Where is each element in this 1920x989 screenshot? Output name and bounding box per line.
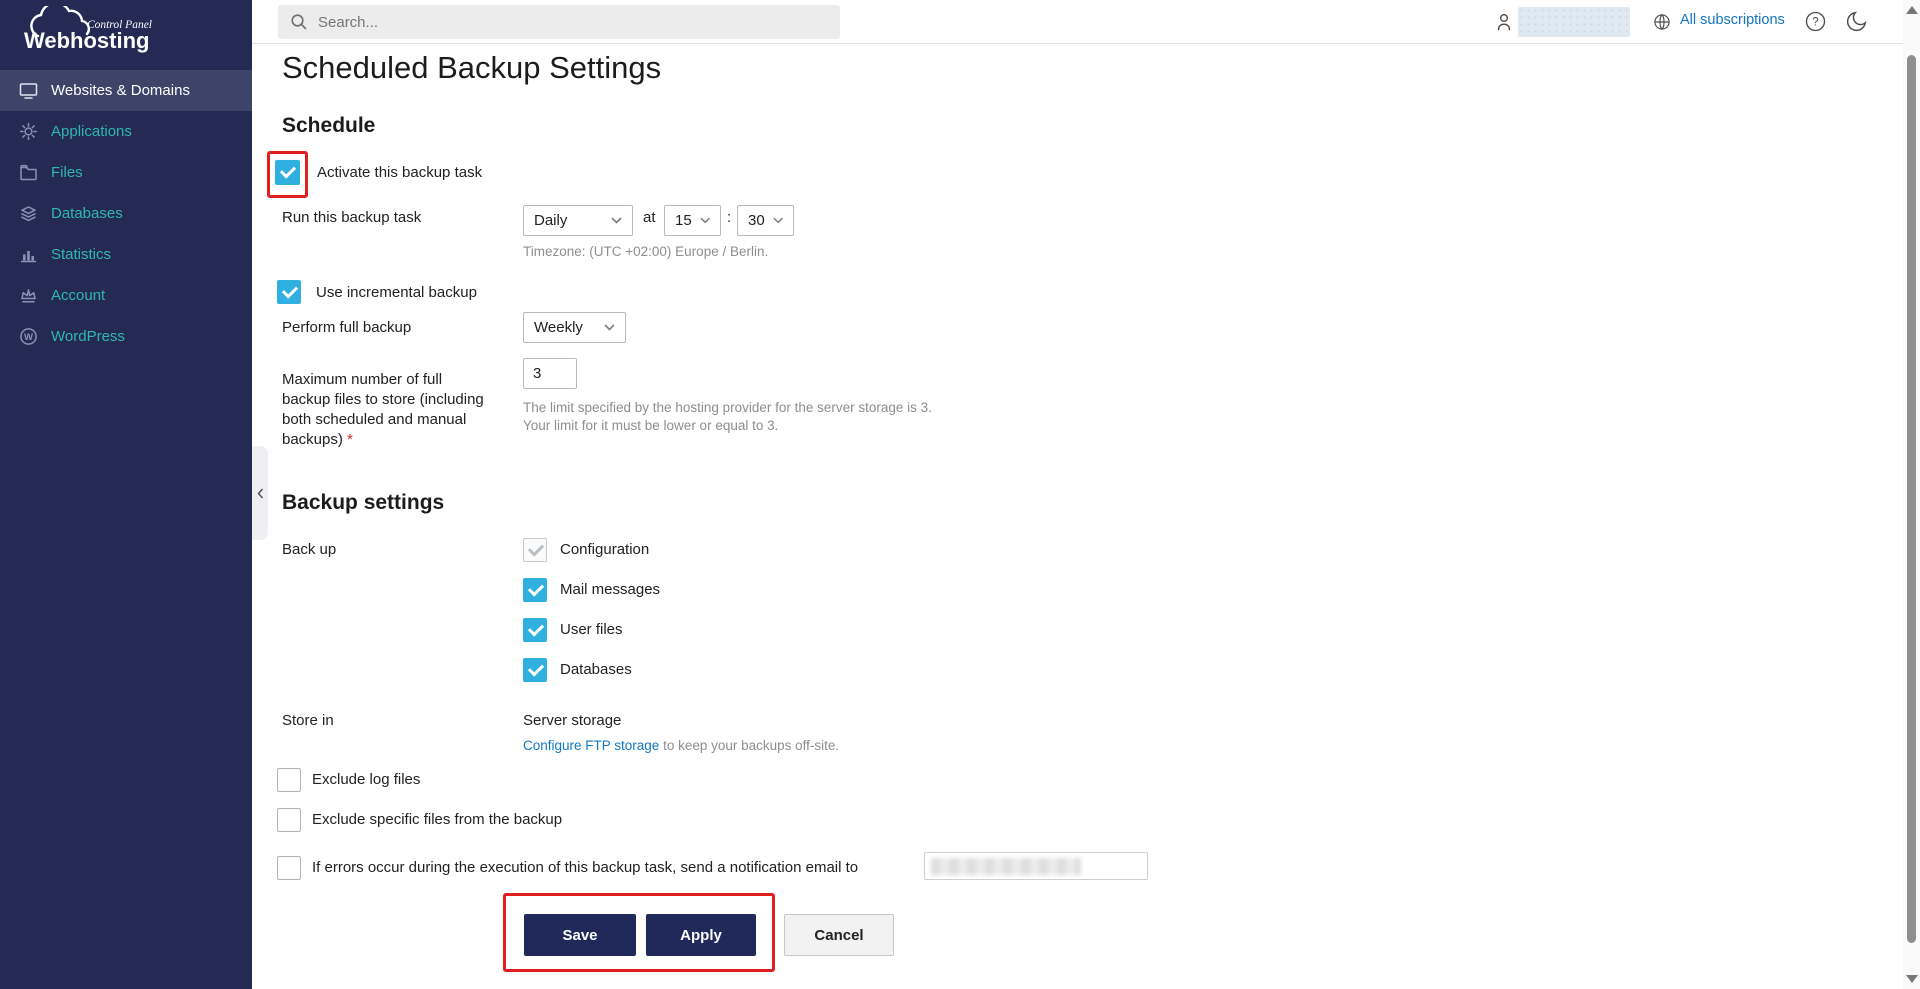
configuration-checkbox <box>523 538 547 562</box>
sidebar-item-files[interactable]: Files <box>0 152 252 193</box>
help-icon[interactable]: ? <box>1804 10 1827 38</box>
store-in-label: Store in <box>282 712 334 729</box>
sidebar-item-statistics[interactable]: Statistics <box>0 234 252 275</box>
backup-settings-heading: Backup settings <box>282 491 444 515</box>
search-box[interactable] <box>278 5 840 39</box>
all-subscriptions-link[interactable]: All subscriptions <box>1680 12 1785 28</box>
full-backup-label: Perform full backup <box>282 319 411 336</box>
logo-line2: Webhosting <box>24 28 149 53</box>
incremental-backup-checkbox[interactable] <box>277 280 301 304</box>
minute-select[interactable]: 30 <box>737 205 794 236</box>
frequency-select[interactable]: Daily <box>523 205 633 236</box>
sidebar-item-websites-domains[interactable]: Websites & Domains <box>0 70 252 111</box>
page-title: Scheduled Backup Settings <box>282 50 661 86</box>
scrollbar-down-arrow[interactable] <box>1906 975 1918 983</box>
exclude-log-checkbox[interactable] <box>277 768 301 792</box>
globe-icon <box>1652 12 1672 37</box>
minute-value: 30 <box>748 212 765 229</box>
activate-backup-label: Activate this backup task <box>317 164 482 181</box>
max-files-note1: The limit specified by the hosting provi… <box>523 400 932 415</box>
schedule-heading: Schedule <box>282 114 375 138</box>
chevron-down-icon <box>700 217 710 224</box>
databases-checkbox[interactable] <box>523 658 547 682</box>
sidebar-item-wordpress[interactable]: W WordPress <box>0 316 252 357</box>
sidebar-item-label: Files <box>51 164 83 181</box>
ftp-note: to keep your backups off-site. <box>659 738 839 753</box>
folder-icon <box>19 163 38 182</box>
wordpress-icon: W <box>19 327 38 346</box>
full-backup-value: Weekly <box>534 319 583 336</box>
configuration-label: Configuration <box>560 541 649 558</box>
ftp-storage-line: Configure FTP storage to keep your backu… <box>523 738 839 753</box>
notify-on-error-label: If errors occur during the execution of … <box>312 859 858 876</box>
sidebar-item-label: Applications <box>51 123 132 140</box>
full-backup-select[interactable]: Weekly <box>523 312 626 343</box>
exclude-specific-files-label: Exclude specific files from the backup <box>312 811 562 828</box>
sidebar-item-label: Databases <box>51 205 123 222</box>
sidebar-nav: Websites & Domains Applications Files Da… <box>0 70 252 357</box>
store-in-value: Server storage <box>523 712 621 729</box>
bar-chart-icon <box>19 245 38 264</box>
sidebar-item-account[interactable]: Account <box>0 275 252 316</box>
email-redacted <box>931 858 1081 875</box>
exclude-log-label: Exclude log files <box>312 771 420 788</box>
chevron-down-icon <box>773 217 783 224</box>
hour-value: 15 <box>675 212 692 229</box>
sidebar-item-label: Websites & Domains <box>51 82 190 99</box>
layers-icon <box>19 204 38 223</box>
chevron-left-icon <box>257 488 264 499</box>
webhosting-logo: Control Panel Webhosting <box>16 6 206 64</box>
user-files-label: User files <box>560 621 623 638</box>
at-label: at <box>643 209 656 226</box>
required-asterisk: * <box>347 431 353 448</box>
scrollbar-thumb[interactable] <box>1907 55 1916 943</box>
crown-icon <box>19 286 38 305</box>
user-files-checkbox[interactable] <box>523 618 547 642</box>
sidebar: Control Panel Webhosting Websites & Doma… <box>0 0 252 989</box>
configure-ftp-link[interactable]: Configure FTP storage <box>523 738 659 753</box>
vertical-scrollbar <box>1903 0 1920 989</box>
notify-on-error-checkbox[interactable] <box>277 856 301 880</box>
max-files-input[interactable] <box>523 358 577 389</box>
notification-email-input[interactable] <box>924 852 1148 880</box>
sidebar-collapse-handle[interactable] <box>252 446 268 540</box>
username-redacted[interactable] <box>1518 7 1630 37</box>
svg-text:?: ? <box>1812 17 1818 29</box>
mail-messages-label: Mail messages <box>560 581 660 598</box>
search-icon <box>290 13 308 31</box>
hour-select[interactable]: 15 <box>664 205 721 236</box>
timezone-note: Timezone: (UTC +02:00) Europe / Berlin. <box>523 244 768 259</box>
mail-messages-checkbox[interactable] <box>523 578 547 602</box>
sidebar-item-label: WordPress <box>51 328 125 345</box>
save-button[interactable]: Save <box>524 914 636 956</box>
gear-icon <box>19 122 38 141</box>
search-input[interactable] <box>318 14 798 31</box>
dark-mode-moon-icon[interactable] <box>1844 9 1869 39</box>
time-separator: : <box>727 209 731 226</box>
cancel-button[interactable]: Cancel <box>784 914 894 956</box>
sidebar-item-label: Account <box>51 287 105 304</box>
user-icon[interactable] <box>1492 10 1516 39</box>
sidebar-item-applications[interactable]: Applications <box>0 111 252 152</box>
scrollbar-up-arrow[interactable] <box>1906 6 1918 14</box>
databases-label: Databases <box>560 661 632 678</box>
svg-text:W: W <box>24 332 33 343</box>
frequency-value: Daily <box>534 212 567 229</box>
monitor-icon <box>19 81 38 100</box>
incremental-backup-label: Use incremental backup <box>316 284 477 301</box>
exclude-specific-files-checkbox[interactable] <box>277 808 301 832</box>
sidebar-item-label: Statistics <box>51 246 111 263</box>
chevron-down-icon <box>611 217 622 224</box>
sidebar-item-databases[interactable]: Databases <box>0 193 252 234</box>
activate-backup-checkbox[interactable] <box>275 160 300 185</box>
back-up-label: Back up <box>282 541 336 558</box>
run-task-label: Run this backup task <box>282 209 421 226</box>
chevron-down-icon <box>604 324 615 331</box>
max-files-label: Maximum number of full backup files to s… <box>282 370 487 450</box>
apply-button[interactable]: Apply <box>646 914 756 956</box>
topbar: All subscriptions ? <box>252 0 1903 44</box>
max-files-note2: Your limit for it must be lower or equal… <box>523 418 778 433</box>
